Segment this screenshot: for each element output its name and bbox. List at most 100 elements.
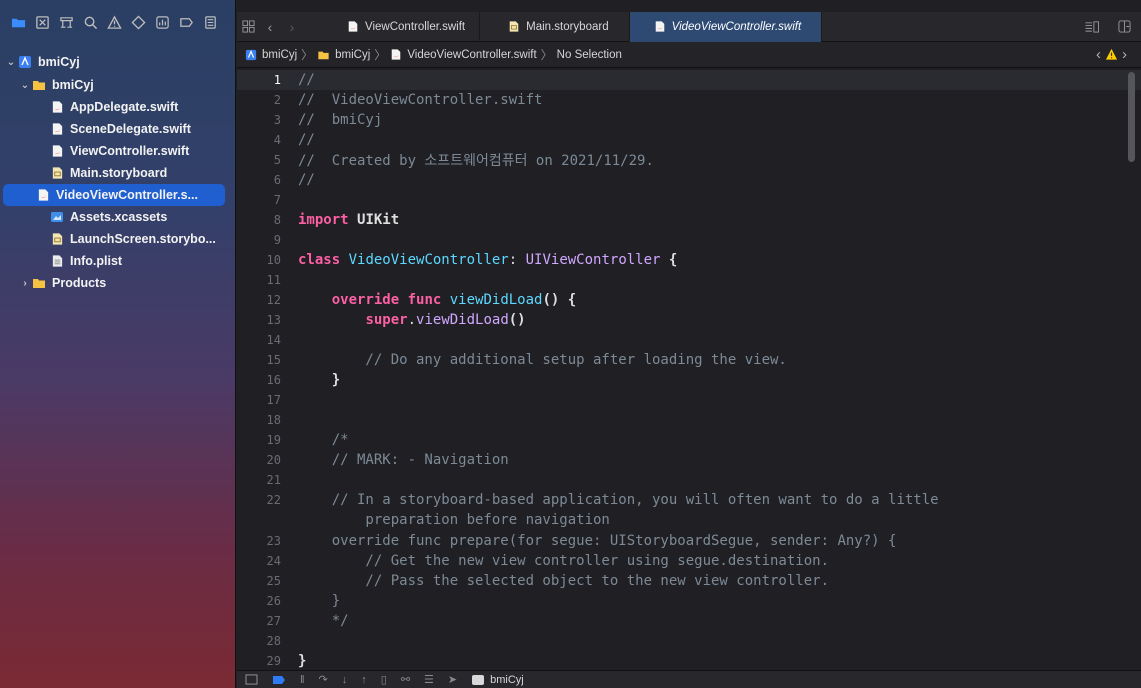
tab-bar: ‹ › ViewController.swift Main.storyboard… <box>237 11 1141 42</box>
tree-item-file[interactable]: ViewController.swift <box>36 140 189 162</box>
editor-options-icon[interactable] <box>1081 13 1103 41</box>
code-line-wrapped[interactable]: preparation before navigation <box>237 510 1141 530</box>
next-issue-icon[interactable]: › <box>1122 46 1127 63</box>
step-over-icon[interactable]: ↷ <box>319 673 328 686</box>
memory-graph-icon[interactable]: ⚯ <box>401 673 410 686</box>
code-line[interactable]: 24 // Get the new view controller using … <box>237 551 1141 571</box>
code-line[interactable]: 2 // VideoViewController.swift <box>237 90 1141 110</box>
code-line[interactable]: 9 <box>237 230 1141 250</box>
breakpoints-toggle-icon[interactable] <box>272 675 286 685</box>
tab-main-storyboard[interactable]: Main.storyboard <box>480 11 630 42</box>
pause-icon[interactable]: ‖ <box>300 674 305 686</box>
code-line[interactable]: 25 // Pass the selected object to the ne… <box>237 571 1141 591</box>
disclosure-open-icon[interactable]: ⌄ <box>4 57 18 68</box>
environment-overrides-icon[interactable]: ☰ <box>424 673 434 686</box>
jumpbar-file[interactable]: VideoViewController.swift <box>390 48 537 61</box>
code-line[interactable]: 7 <box>237 190 1141 210</box>
code-line[interactable]: 16 } <box>237 370 1141 390</box>
code-line[interactable]: 22 // In a storyboard-based application,… <box>237 490 1141 510</box>
storyboard-icon <box>50 232 64 246</box>
storyboard-icon <box>508 20 520 33</box>
test-icon[interactable] <box>126 10 150 34</box>
scheme-selector[interactable]: bmiCyj <box>471 674 524 686</box>
vertical-scrollbar[interactable] <box>1128 72 1135 162</box>
step-into-icon[interactable]: ↓ <box>342 674 348 686</box>
simulate-location-icon[interactable]: ➤ <box>448 673 457 686</box>
navigator-toolbar <box>0 0 235 44</box>
line-number: 29 <box>266 654 281 668</box>
disclosure-closed-icon[interactable]: › <box>18 278 32 289</box>
code-line[interactable]: 1 // <box>237 70 1141 90</box>
debug-icon[interactable] <box>150 10 174 34</box>
find-icon[interactable] <box>78 10 102 34</box>
code-line[interactable]: 4 // <box>237 130 1141 150</box>
code-line[interactable]: 21 <box>237 470 1141 490</box>
warning-icon[interactable] <box>102 10 126 34</box>
code-line[interactable]: 18 <box>237 410 1141 430</box>
tab-videoviewcontroller[interactable]: VideoViewController.swift <box>629 11 823 42</box>
jumpbar-selection[interactable]: No Selection <box>557 49 622 61</box>
warning-icon[interactable] <box>1105 48 1118 61</box>
code-line[interactable]: 19 /* <box>237 430 1141 450</box>
back-icon[interactable]: ‹ <box>259 13 281 41</box>
code-line[interactable]: 29 } <box>237 651 1141 669</box>
code-text: // MARK: - Navigation <box>298 452 509 468</box>
code-line[interactable]: 15 // Do any additional setup after load… <box>237 350 1141 370</box>
code-line[interactable]: 13 super.viewDidLoad() <box>237 310 1141 330</box>
tree-item-file[interactable]: LaunchScreen.storybo... <box>36 228 216 250</box>
tree-item-group[interactable]: ⌄ bmiCyj <box>18 74 94 96</box>
breakpoint-icon[interactable] <box>174 10 198 34</box>
code-line[interactable]: 26 } <box>237 591 1141 611</box>
code-line[interactable]: 6 // <box>237 170 1141 190</box>
code-line[interactable]: 3 // bmiCyj <box>237 110 1141 130</box>
code-text: class VideoViewController: UIViewControl… <box>298 252 678 268</box>
code-line[interactable]: 14 <box>237 330 1141 350</box>
code-line[interactable]: 5 // Created by 소프트웨어컴퓨터 on 2021/11/29. <box>237 150 1141 170</box>
line-number: 9 <box>273 233 281 247</box>
code-line[interactable]: 17 <box>237 390 1141 410</box>
forward-icon[interactable]: › <box>281 13 303 41</box>
add-editor-icon[interactable] <box>1113 13 1135 41</box>
tree-item-project[interactable]: ⌄ bmiCyj <box>4 51 80 73</box>
view-hierarchy-icon[interactable]: ▯ <box>381 673 387 686</box>
folder-icon <box>32 276 46 290</box>
tree-item-file[interactable]: AppDelegate.swift <box>36 96 178 118</box>
folder-icon[interactable] <box>6 10 30 34</box>
hide-debug-area-icon[interactable] <box>245 674 258 685</box>
report-icon[interactable] <box>198 10 222 34</box>
step-out-icon[interactable]: ↑ <box>361 674 367 686</box>
previous-issue-icon[interactable]: ‹ <box>1096 46 1101 63</box>
code-line[interactable]: 20 // MARK: - Navigation <box>237 450 1141 470</box>
tree-item-label: Info.plist <box>70 254 123 268</box>
hierarchy-icon[interactable] <box>54 10 78 34</box>
line-number: 1 <box>273 73 281 87</box>
code-line[interactable]: 27 */ <box>237 611 1141 631</box>
code-editor[interactable]: 1 // 2 // VideoViewController.swift 3 //… <box>237 69 1141 669</box>
project-icon <box>245 49 257 61</box>
tree-item-file[interactable]: Main.storyboard <box>36 162 167 184</box>
code-line[interactable]: 8 import UIKit <box>237 210 1141 230</box>
tree-item-group[interactable]: › Products <box>18 272 106 294</box>
code-line[interactable]: 23 override func prepare(for segue: UISt… <box>237 531 1141 551</box>
code-text: // In a storyboard-based application, yo… <box>298 492 939 508</box>
code-line[interactable]: 12 override func viewDidLoad() { <box>237 290 1141 310</box>
jumpbar-project[interactable]: bmiCyj <box>245 49 297 61</box>
code-line[interactable]: 11 <box>237 270 1141 290</box>
tab-viewcontroller[interactable]: ViewController.swift <box>323 11 481 42</box>
jumpbar-group[interactable]: bmiCyj <box>317 49 370 61</box>
assets-icon <box>50 210 64 224</box>
line-number: 15 <box>266 353 281 367</box>
code-text: // Created by 소프트웨어컴퓨터 on 2021/11/29. <box>298 153 654 169</box>
code-line[interactable]: 10 class VideoViewController: UIViewCont… <box>237 250 1141 270</box>
tree-item-file[interactable]: Info.plist <box>36 250 122 272</box>
project-icon <box>18 55 32 69</box>
line-number: 7 <box>273 193 281 207</box>
source-control-icon[interactable] <box>30 10 54 34</box>
code-line[interactable]: 28 <box>237 631 1141 651</box>
disclosure-open-icon[interactable]: ⌄ <box>18 80 32 91</box>
tree-item-file-selected[interactable]: VideoViewController.s... <box>3 184 225 206</box>
tree-item-file[interactable]: SceneDelegate.swift <box>36 118 191 140</box>
tree-item-file[interactable]: Assets.xcassets <box>36 206 167 228</box>
grid-icon[interactable] <box>237 13 259 41</box>
code-text: // Get the new view controller using seg… <box>298 553 830 569</box>
